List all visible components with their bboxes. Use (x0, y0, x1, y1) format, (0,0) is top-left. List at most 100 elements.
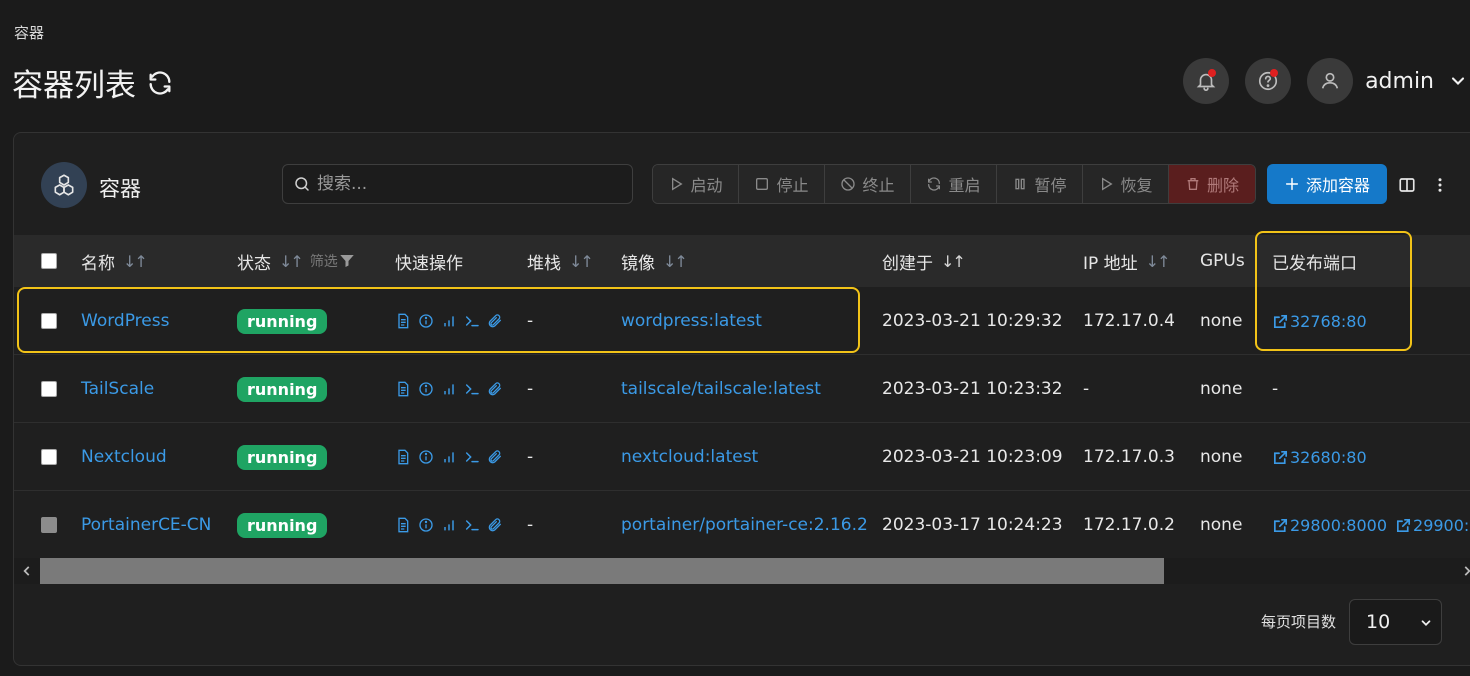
user-icon (1321, 72, 1339, 89)
chevron-down-icon[interactable] (1448, 71, 1468, 91)
col-ip[interactable]: IP 地址 ↓↑ (1083, 235, 1170, 287)
remove-button[interactable]: 删除 (1169, 165, 1255, 203)
filter-label[interactable]: 筛选 (310, 251, 338, 271)
user-name[interactable]: admin (1365, 69, 1434, 94)
published-port-link[interactable]: 32680:80 (1272, 448, 1367, 467)
gpus-cell: none (1200, 515, 1243, 535)
row-checkbox[interactable] (41, 313, 57, 329)
external-link-icon (1396, 518, 1411, 532)
help-button[interactable] (1245, 58, 1292, 104)
stats-icon[interactable] (441, 313, 457, 329)
published-port-link[interactable]: 32768:80 (1272, 312, 1367, 331)
plus-icon (1285, 177, 1299, 191)
col-name-label: 名称 (81, 253, 115, 274)
paperclip-icon[interactable] (487, 313, 503, 329)
image-link[interactable]: tailscale/tailscale:latest (621, 355, 821, 423)
row-select-cell (41, 491, 57, 559)
stats-icon[interactable] (441, 449, 457, 465)
image-link[interactable]: wordpress:latest (621, 287, 762, 355)
container-name-link[interactable]: PortainerCE-CN (81, 491, 211, 559)
ip-cell: 172.17.0.3 (1083, 447, 1175, 467)
avatar[interactable] (1307, 58, 1354, 104)
horizontal-scrollbar[interactable] (14, 558, 1470, 584)
select-all-cell (41, 235, 57, 287)
console-icon[interactable] (464, 313, 480, 329)
image-link[interactable]: nextcloud:latest (621, 423, 758, 491)
more-vertical-icon[interactable] (1431, 176, 1449, 194)
topbar-right: admin (1167, 58, 1470, 104)
col-stack[interactable]: 堆栈 ↓↑ (527, 235, 594, 287)
row-checkbox[interactable] (41, 517, 57, 533)
status-badge: running (237, 376, 328, 402)
info-icon[interactable] (418, 381, 434, 397)
search-box[interactable] (282, 164, 633, 204)
columns-icon[interactable] (1398, 176, 1416, 194)
logs-icon[interactable] (395, 449, 411, 465)
restart-button[interactable]: 重启 (911, 165, 997, 203)
row-checkbox[interactable] (41, 381, 57, 397)
logs-icon[interactable] (395, 517, 411, 533)
container-name-link[interactable]: WordPress (81, 287, 169, 355)
container-name-link[interactable]: TailScale (81, 355, 154, 423)
scroll-left-icon[interactable] (20, 563, 34, 579)
info-icon[interactable] (418, 517, 434, 533)
panel-title: 容器 (99, 177, 141, 201)
gpus-cell: none (1200, 379, 1243, 399)
col-state[interactable]: 状态 ↓↑ 筛选 (237, 235, 356, 287)
stats-icon[interactable] (441, 381, 457, 397)
logs-icon[interactable] (395, 381, 411, 397)
col-image[interactable]: 镜像 ↓↑ (621, 235, 688, 287)
page-size-select[interactable]: 10 (1349, 599, 1442, 645)
state-cell: running (237, 491, 328, 559)
scrollbar-thumb[interactable] (40, 558, 1164, 584)
cubes-icon (54, 174, 74, 196)
logs-icon[interactable] (395, 313, 411, 329)
resume-button[interactable]: 恢复 (1083, 165, 1169, 203)
info-icon[interactable] (418, 313, 434, 329)
breadcrumb: 容器 (14, 24, 45, 42)
console-icon[interactable] (464, 381, 480, 397)
kill-button[interactable]: 终止 (825, 165, 911, 203)
page-title: 容器列表 (12, 60, 174, 105)
published-port-link[interactable]: 29900:9 (1395, 516, 1470, 535)
state-cell: running (237, 355, 328, 423)
paperclip-icon[interactable] (487, 449, 503, 465)
filter-icon[interactable] (338, 252, 356, 270)
container-name-link[interactable]: Nextcloud (81, 423, 167, 491)
ports-cell: 32768:80 (1272, 287, 1375, 355)
col-name[interactable]: 名称 ↓↑ (81, 235, 148, 287)
notifications-button[interactable] (1183, 58, 1230, 104)
console-icon[interactable] (464, 517, 480, 533)
console-icon[interactable] (464, 449, 480, 465)
paperclip-icon[interactable] (487, 517, 503, 533)
select-all-checkbox[interactable] (41, 253, 57, 269)
table-row: TailScale running - tailscale/tailscale:… (14, 355, 1470, 423)
trash-icon (1187, 178, 1199, 190)
image-link[interactable]: portainer/portainer-ce:2.16.2 (621, 491, 868, 559)
stats-icon[interactable] (441, 517, 457, 533)
col-ports-label: 已发布端口 (1272, 253, 1357, 274)
port-label: 32680:80 (1290, 447, 1367, 467)
stop-label: 停止 (776, 176, 809, 195)
stack-cell: - (527, 447, 534, 467)
row-select-cell (41, 355, 57, 423)
page-size-value: 10 (1366, 611, 1391, 633)
stop-button[interactable]: 停止 (739, 165, 825, 203)
pause-button[interactable]: 暂停 (997, 165, 1083, 203)
created-cell: 2023-03-21 10:23:32 (882, 379, 1063, 399)
published-port-link[interactable]: 29800:8000 (1272, 516, 1387, 535)
start-button[interactable]: 启动 (653, 165, 739, 203)
page-size-label: 每页项目数 (1261, 613, 1337, 631)
restart-icon (928, 177, 941, 191)
col-quick-actions: 快速操作 (395, 235, 463, 287)
col-created[interactable]: 创建于 ↓↑ (882, 235, 966, 287)
quick-actions (395, 313, 503, 329)
search-input[interactable] (317, 174, 617, 194)
paperclip-icon[interactable] (487, 381, 503, 397)
add-container-button[interactable]: 添加容器 (1267, 164, 1387, 204)
scroll-right-icon[interactable] (1460, 563, 1470, 579)
quick-actions (395, 517, 503, 533)
row-checkbox[interactable] (41, 449, 57, 465)
info-icon[interactable] (418, 449, 434, 465)
refresh-icon[interactable] (146, 69, 174, 97)
